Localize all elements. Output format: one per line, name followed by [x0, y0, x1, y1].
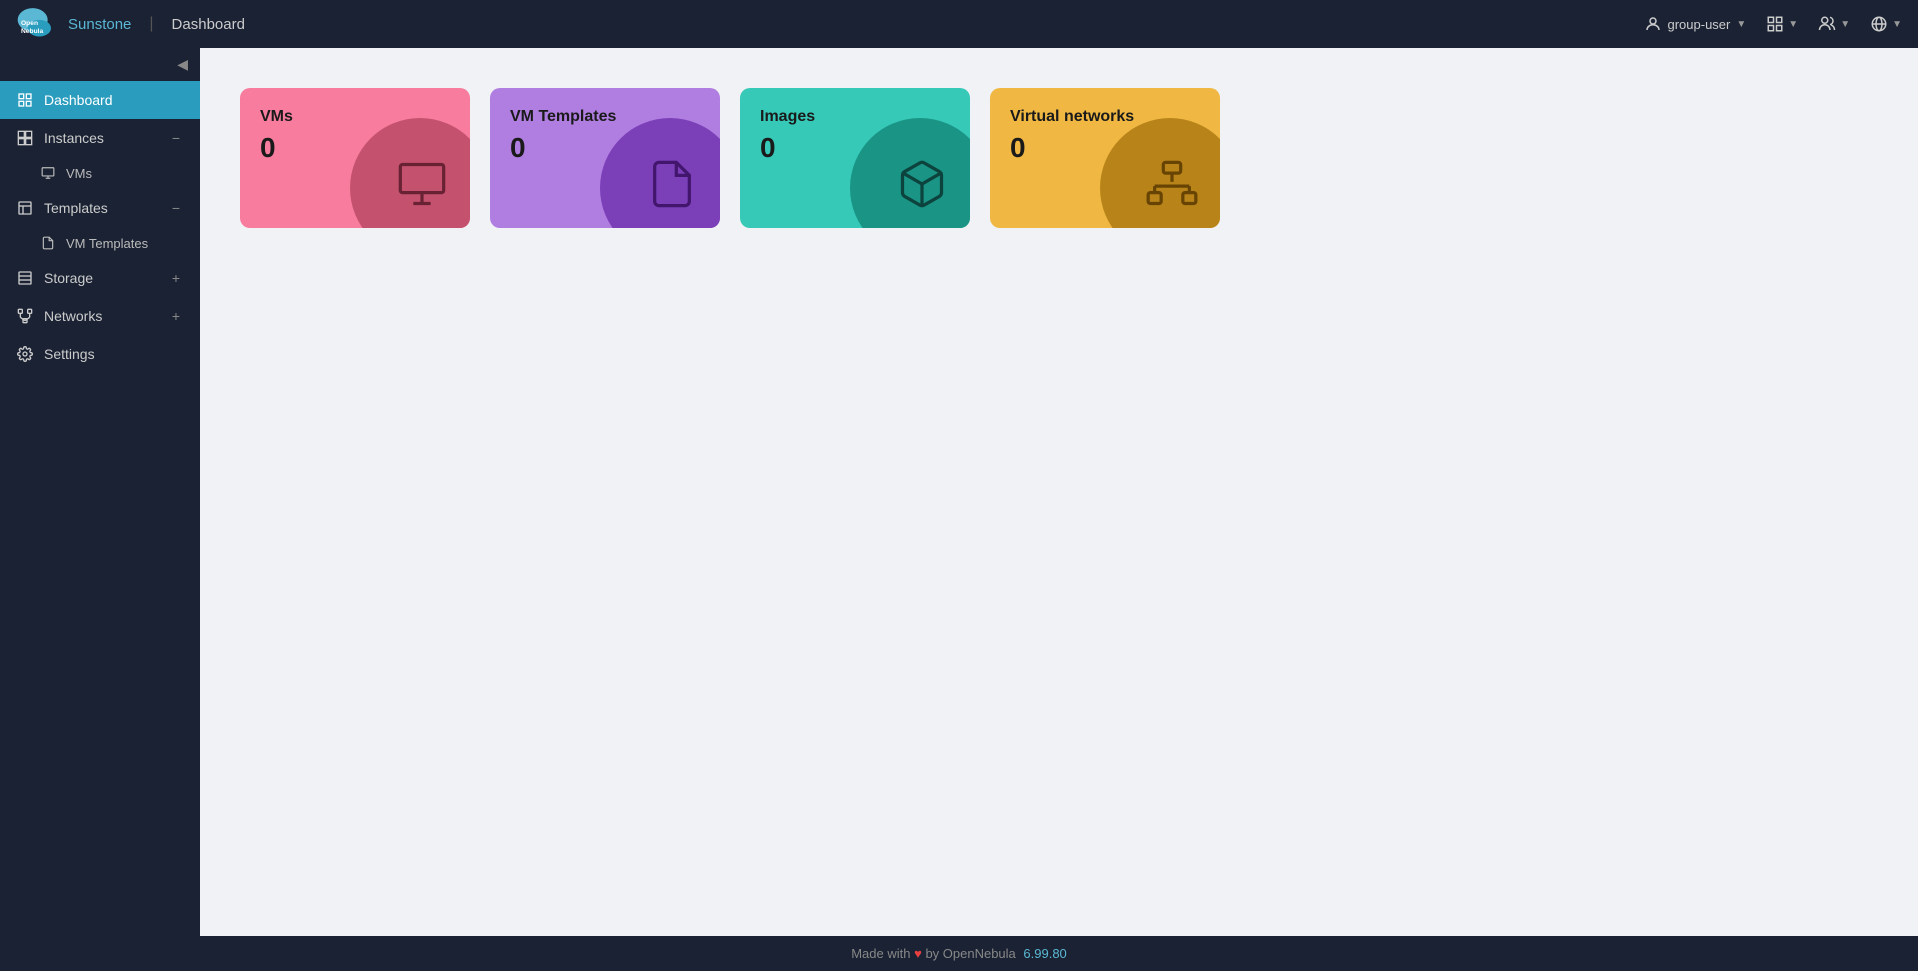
- grid-icon: [1766, 15, 1784, 33]
- globe-chevron: ▼: [1892, 19, 1902, 30]
- sidebar-item-label-vms: VMs: [66, 166, 92, 181]
- sidebar: ◀ Dashboard Instances −: [0, 48, 200, 936]
- card-vnet-icon: [1146, 158, 1198, 210]
- vm-icon: [40, 165, 56, 181]
- topbar: Open Nebula Sunstone | Dashboard group-u…: [0, 0, 1918, 48]
- card-vmtemplates[interactable]: VM Templates 0: [490, 88, 720, 228]
- sidebar-item-label-vmtemplates: VM Templates: [66, 236, 148, 251]
- dashboard-cards: VMs 0 VM Templates 0: [240, 88, 1878, 228]
- settings-icon: [16, 345, 34, 363]
- main-content: VMs 0 VM Templates 0: [200, 48, 1918, 936]
- networks-icon: [16, 307, 34, 325]
- sidebar-item-label-instances: Instances: [44, 130, 158, 146]
- footer: Made with ♥ by OpenNebula 6.99.80: [0, 936, 1918, 971]
- sidebar-item-label-storage: Storage: [44, 270, 158, 286]
- card-vms-label: VMs: [260, 108, 450, 126]
- templates-toggle[interactable]: −: [168, 200, 184, 216]
- user-icon: [1644, 15, 1662, 33]
- footer-version: 6.99.80: [1023, 946, 1066, 961]
- card-vmtemplates-label: VM Templates: [510, 108, 700, 126]
- main-layout: ◀ Dashboard Instances −: [0, 48, 1918, 936]
- card-vms-icon: [396, 158, 448, 210]
- card-vnet-label: Virtual networks: [1010, 108, 1200, 126]
- sidebar-item-dashboard[interactable]: Dashboard: [0, 81, 200, 119]
- storage-icon: [16, 269, 34, 287]
- footer-heart: ♥: [914, 946, 922, 961]
- sidebar-item-instances[interactable]: Instances −: [0, 119, 200, 157]
- sidebar-item-storage[interactable]: Storage +: [0, 259, 200, 297]
- app-name: Sunstone: [68, 16, 131, 33]
- topbar-separator: |: [149, 15, 153, 33]
- sidebar-collapse-button[interactable]: ◀: [0, 48, 200, 81]
- card-images-icon: [896, 158, 948, 210]
- user-label: group-user: [1668, 17, 1731, 32]
- card-images-label: Images: [760, 108, 950, 126]
- templates-icon: [16, 199, 34, 217]
- globe-icon: [1870, 15, 1888, 33]
- networks-toggle[interactable]: +: [168, 308, 184, 324]
- grid-menu[interactable]: ▼: [1766, 15, 1798, 33]
- dashboard-icon: [16, 91, 34, 109]
- sidebar-item-templates[interactable]: Templates −: [0, 189, 200, 227]
- card-vmtemplates-icon: [646, 158, 698, 210]
- instances-toggle[interactable]: −: [168, 130, 184, 146]
- logo-area[interactable]: Open Nebula: [16, 6, 56, 42]
- user-menu[interactable]: group-user ▼: [1644, 15, 1747, 33]
- svg-text:Nebula: Nebula: [21, 28, 43, 35]
- sidebar-item-label-dashboard: Dashboard: [44, 92, 184, 108]
- sidebar-item-label-templates: Templates: [44, 200, 158, 216]
- storage-toggle[interactable]: +: [168, 270, 184, 286]
- instances-icon: [16, 129, 34, 147]
- sidebar-item-label-networks: Networks: [44, 308, 158, 324]
- globe-menu[interactable]: ▼: [1870, 15, 1902, 33]
- card-vms[interactable]: VMs 0: [240, 88, 470, 228]
- sidebar-item-label-settings: Settings: [44, 346, 184, 362]
- users-icon: [1818, 15, 1836, 33]
- user-chevron: ▼: [1736, 19, 1746, 30]
- sidebar-item-vmtemplates[interactable]: VM Templates: [0, 227, 200, 259]
- footer-by: by OpenNebula: [925, 946, 1015, 961]
- grid-chevron: ▼: [1788, 19, 1798, 30]
- topbar-right: group-user ▼ ▼ ▼ ▼: [1644, 15, 1903, 33]
- footer-made-with: Made with: [851, 946, 910, 961]
- users-chevron: ▼: [1840, 19, 1850, 30]
- topbar-left: Open Nebula Sunstone | Dashboard: [16, 6, 245, 42]
- sidebar-item-vms[interactable]: VMs: [0, 157, 200, 189]
- card-vnet[interactable]: Virtual networks 0: [990, 88, 1220, 228]
- card-images[interactable]: Images 0: [740, 88, 970, 228]
- sidebar-item-networks[interactable]: Networks +: [0, 297, 200, 335]
- sidebar-item-settings[interactable]: Settings: [0, 335, 200, 373]
- vmtemplate-icon: [40, 235, 56, 251]
- svg-text:Open: Open: [21, 20, 38, 27]
- page-title: Dashboard: [172, 16, 245, 33]
- opennebula-logo: Open Nebula: [16, 6, 56, 42]
- users-menu[interactable]: ▼: [1818, 15, 1850, 33]
